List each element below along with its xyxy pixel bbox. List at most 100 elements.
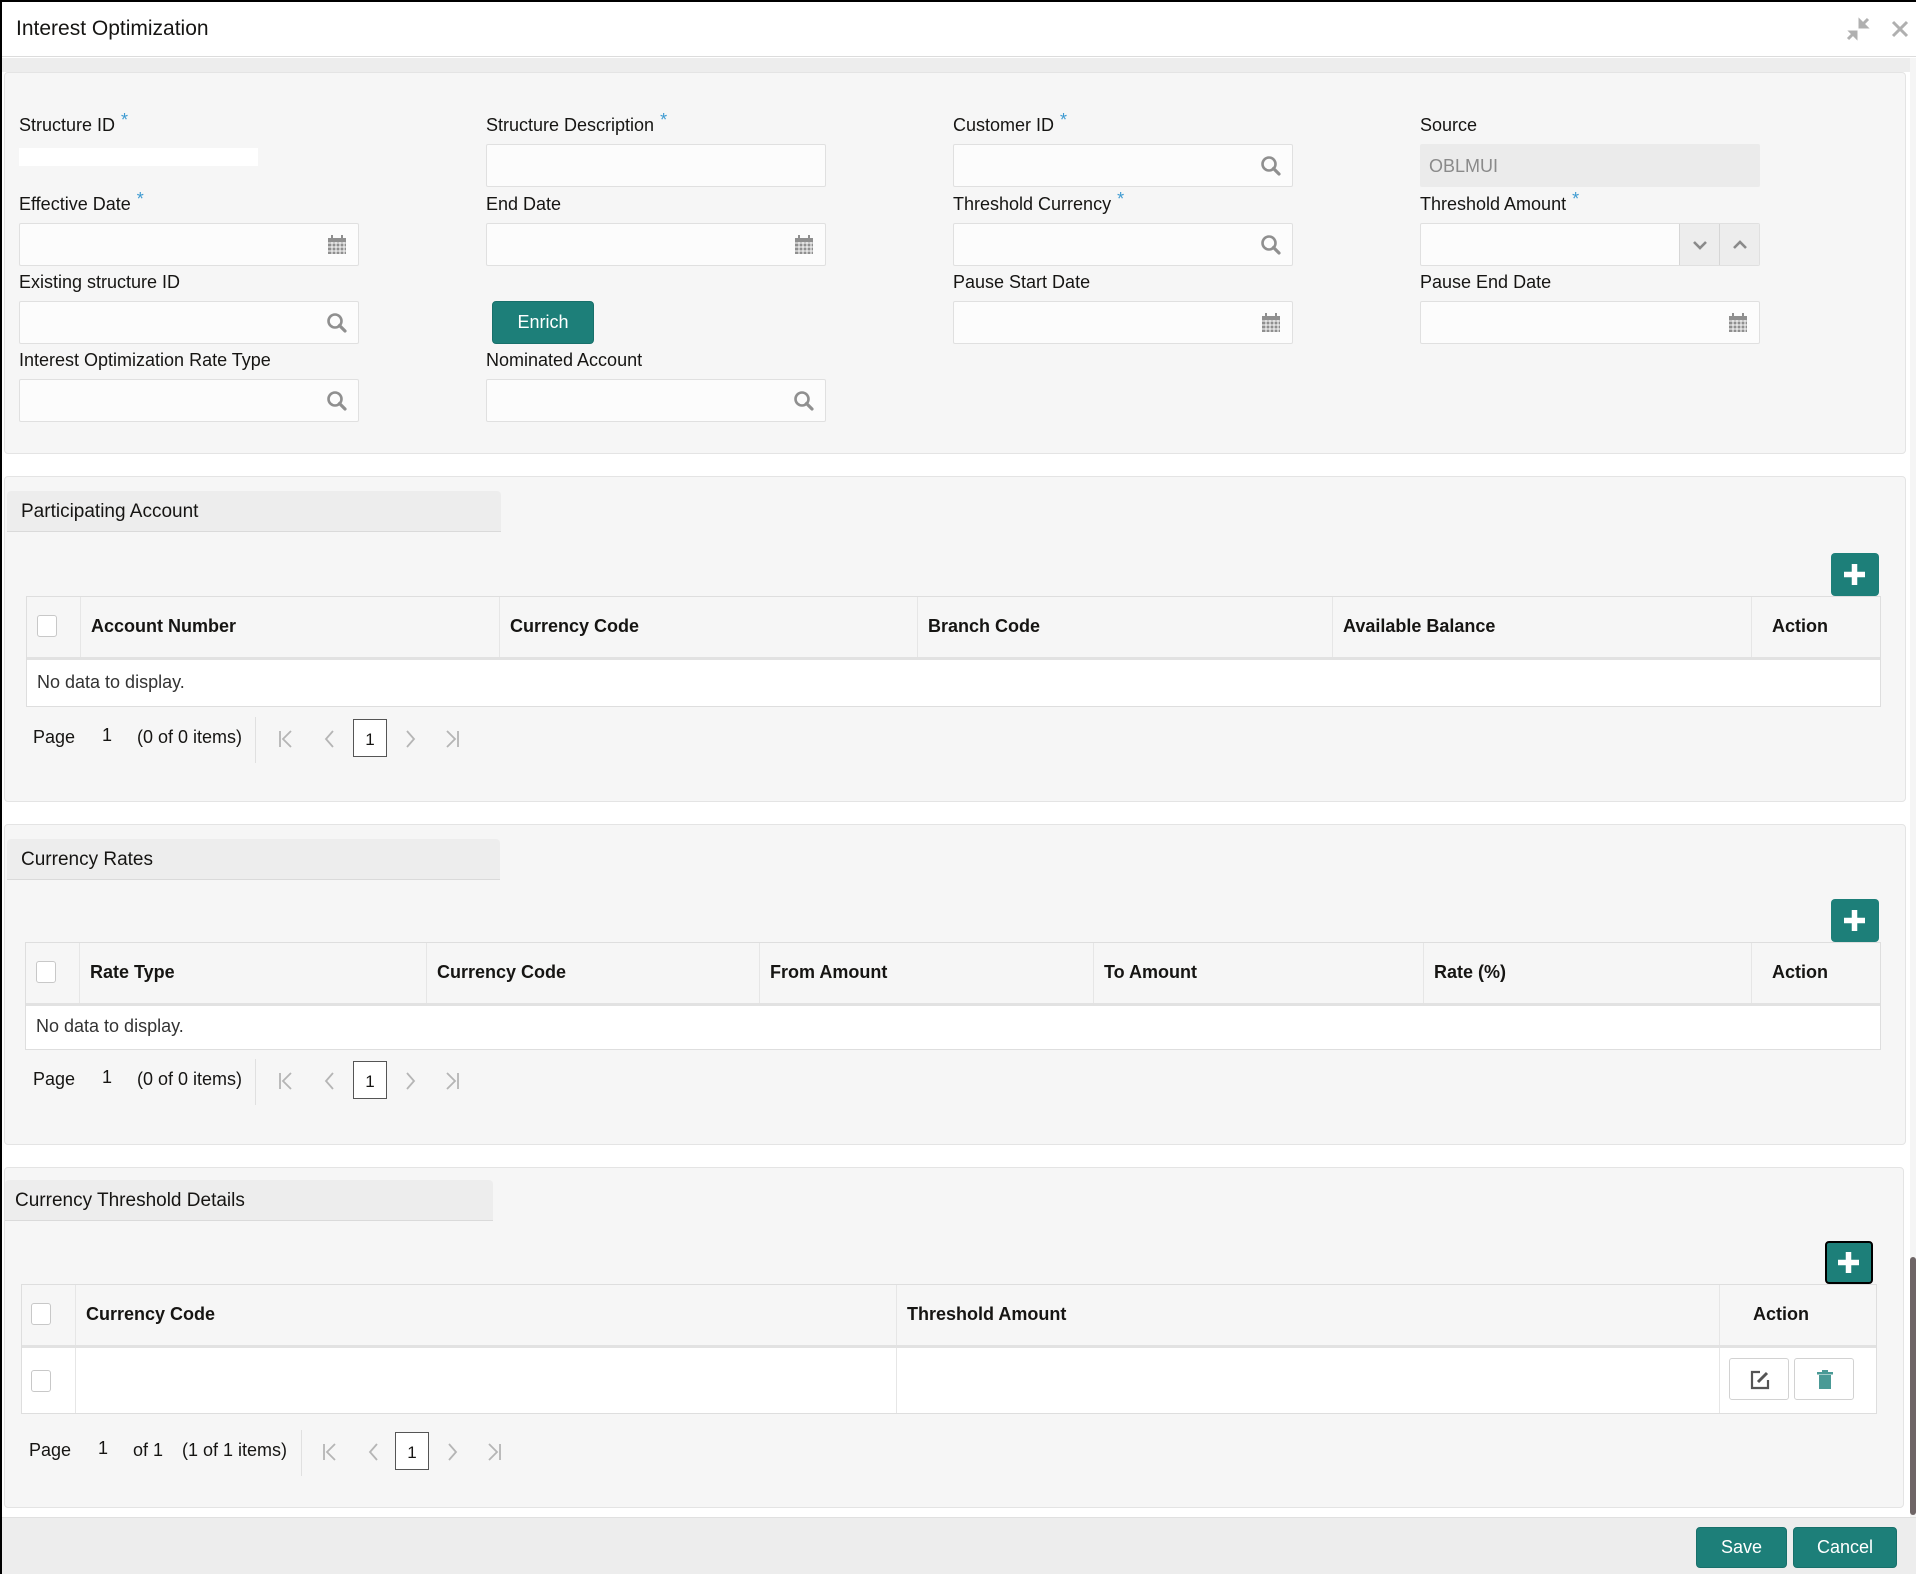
delete-button[interactable] <box>1794 1358 1854 1400</box>
threshold-amount-cell <box>896 1348 1719 1413</box>
current-page-button[interactable]: 1 <box>395 1432 429 1470</box>
add-currency-rate-button[interactable] <box>1831 899 1879 942</box>
rate-type-label: Interest Optimization Rate Type <box>19 350 271 370</box>
add-currency-threshold-button[interactable] <box>1825 1241 1873 1284</box>
search-icon[interactable] <box>1260 155 1282 177</box>
page-number[interactable]: 1 <box>98 1438 108 1459</box>
prev-page-icon[interactable] <box>321 729 339 749</box>
first-page-icon[interactable] <box>277 729 295 749</box>
chevron-up-icon <box>1733 240 1747 249</box>
column-header[interactable]: Rate (%) <box>1423 943 1751 1003</box>
current-page-button[interactable]: 1 <box>353 719 387 757</box>
structure-id-field[interactable] <box>19 148 258 166</box>
rate-type-input[interactable] <box>19 379 359 422</box>
row-checkbox[interactable] <box>31 1370 51 1392</box>
existing-structure-id-label: Existing structure ID <box>19 272 181 292</box>
structure-form-section: Structure ID * Structure Description * Cus… <box>4 72 1906 454</box>
column-header: Action <box>1751 943 1880 1003</box>
column-header[interactable]: Currency Code <box>499 597 917 657</box>
column-header[interactable]: Branch Code <box>917 597 1332 657</box>
cancel-button[interactable]: Cancel <box>1793 1527 1897 1568</box>
search-icon[interactable] <box>793 390 815 412</box>
select-all-checkbox[interactable] <box>36 961 56 983</box>
threshold-currency-input[interactable] <box>953 223 1293 266</box>
next-page-icon[interactable] <box>401 1071 419 1091</box>
trash-icon <box>1817 1370 1833 1389</box>
participating-account-table: Account Number Currency Code Branch Code… <box>26 596 1881 707</box>
empty-message: No data to display. <box>36 1016 184 1036</box>
close-icon[interactable] <box>1887 16 1913 42</box>
effective-date-label: Effective Date * <box>19 189 144 214</box>
column-header[interactable]: From Amount <box>759 943 1093 1003</box>
prev-page-icon[interactable] <box>365 1442 383 1462</box>
column-header[interactable]: Account Number <box>80 597 499 657</box>
search-icon[interactable] <box>326 390 348 412</box>
structure-description-label: Structure Description * <box>486 110 668 135</box>
pause-end-date-input[interactable] <box>1420 301 1760 344</box>
select-all-checkbox[interactable] <box>31 1303 51 1325</box>
structure-id-label: Structure ID * <box>19 110 129 135</box>
table-header: Account Number Currency Code Branch Code… <box>27 597 1880 660</box>
participating-account-section: Participating Account Account Number Cur… <box>4 476 1906 802</box>
interest-optimization-window: Interest Optimization Structure ID * Stru… <box>0 0 1916 1574</box>
next-page-icon[interactable] <box>401 729 419 749</box>
nominated-account-input[interactable] <box>486 379 826 422</box>
add-participating-account-button[interactable] <box>1831 553 1879 596</box>
source-label: Source <box>1420 115 1478 135</box>
calendar-icon[interactable] <box>1260 312 1282 334</box>
threshold-amount-input[interactable] <box>1420 223 1760 266</box>
collapse-arrows-icon[interactable] <box>1845 16 1871 42</box>
currency-threshold-table: Currency Code Threshold Amount Action <box>21 1284 1877 1414</box>
calendar-icon[interactable] <box>1727 312 1749 334</box>
current-page-button[interactable]: 1 <box>353 1061 387 1099</box>
column-header[interactable]: To Amount <box>1093 943 1423 1003</box>
items-summary: (0 of 0 items) <box>137 727 243 747</box>
last-page-icon[interactable] <box>485 1442 503 1462</box>
search-icon[interactable] <box>1260 234 1282 256</box>
column-header[interactable]: Rate Type <box>79 943 426 1003</box>
column-header: Action <box>1751 597 1880 657</box>
structure-description-input[interactable] <box>486 144 826 187</box>
pause-start-date-input[interactable] <box>953 301 1293 344</box>
enrich-button[interactable]: Enrich <box>492 301 594 344</box>
last-page-icon[interactable] <box>443 729 461 749</box>
column-header[interactable]: Threshold Amount <box>896 1285 1719 1345</box>
customer-id-input[interactable] <box>953 144 1293 187</box>
column-header[interactable]: Currency Code <box>426 943 759 1003</box>
prev-page-icon[interactable] <box>321 1071 339 1091</box>
first-page-icon[interactable] <box>277 1071 295 1091</box>
page-number[interactable]: 1 <box>102 725 112 746</box>
decrement-button[interactable] <box>1679 224 1719 265</box>
scrollbar-thumb[interactable] <box>1910 1257 1916 1515</box>
last-page-icon[interactable] <box>443 1071 461 1091</box>
calendar-icon[interactable] <box>326 234 348 256</box>
save-button[interactable]: Save <box>1696 1527 1787 1568</box>
increment-button[interactable] <box>1719 224 1759 265</box>
existing-structure-id-input[interactable] <box>19 301 359 344</box>
next-page-icon[interactable] <box>443 1442 461 1462</box>
page-number[interactable]: 1 <box>102 1067 112 1088</box>
page-label: Page <box>33 727 76 747</box>
table-row[interactable] <box>22 1348 1876 1413</box>
pause-end-date-label: Pause End Date <box>1420 272 1552 292</box>
customer-id-label: Customer ID * <box>953 110 1068 135</box>
column-header: Action <box>1719 1285 1866 1345</box>
pagination: Page 1 of 1 (1 of 1 items) 1 <box>29 1430 509 1476</box>
end-date-input[interactable] <box>486 223 826 266</box>
edit-icon <box>1750 1370 1770 1390</box>
plus-icon <box>1844 564 1865 585</box>
source-input: OBLMUI <box>1420 144 1760 187</box>
column-header[interactable]: Currency Code <box>75 1285 896 1345</box>
title-bar: Interest Optimization <box>2 2 1916 57</box>
first-page-icon[interactable] <box>321 1442 339 1462</box>
nominated-account-label: Nominated Account <box>486 350 643 370</box>
select-all-checkbox[interactable] <box>37 615 57 637</box>
effective-date-input[interactable] <box>19 223 359 266</box>
items-summary: (1 of 1 items) <box>182 1440 288 1460</box>
calendar-icon[interactable] <box>793 234 815 256</box>
pagination: Page 1 (0 of 0 items) 1 <box>33 717 483 763</box>
search-icon[interactable] <box>326 312 348 334</box>
edit-button[interactable] <box>1729 1358 1789 1400</box>
column-header[interactable]: Available Balance <box>1332 597 1751 657</box>
page-label: Page <box>33 1069 76 1089</box>
